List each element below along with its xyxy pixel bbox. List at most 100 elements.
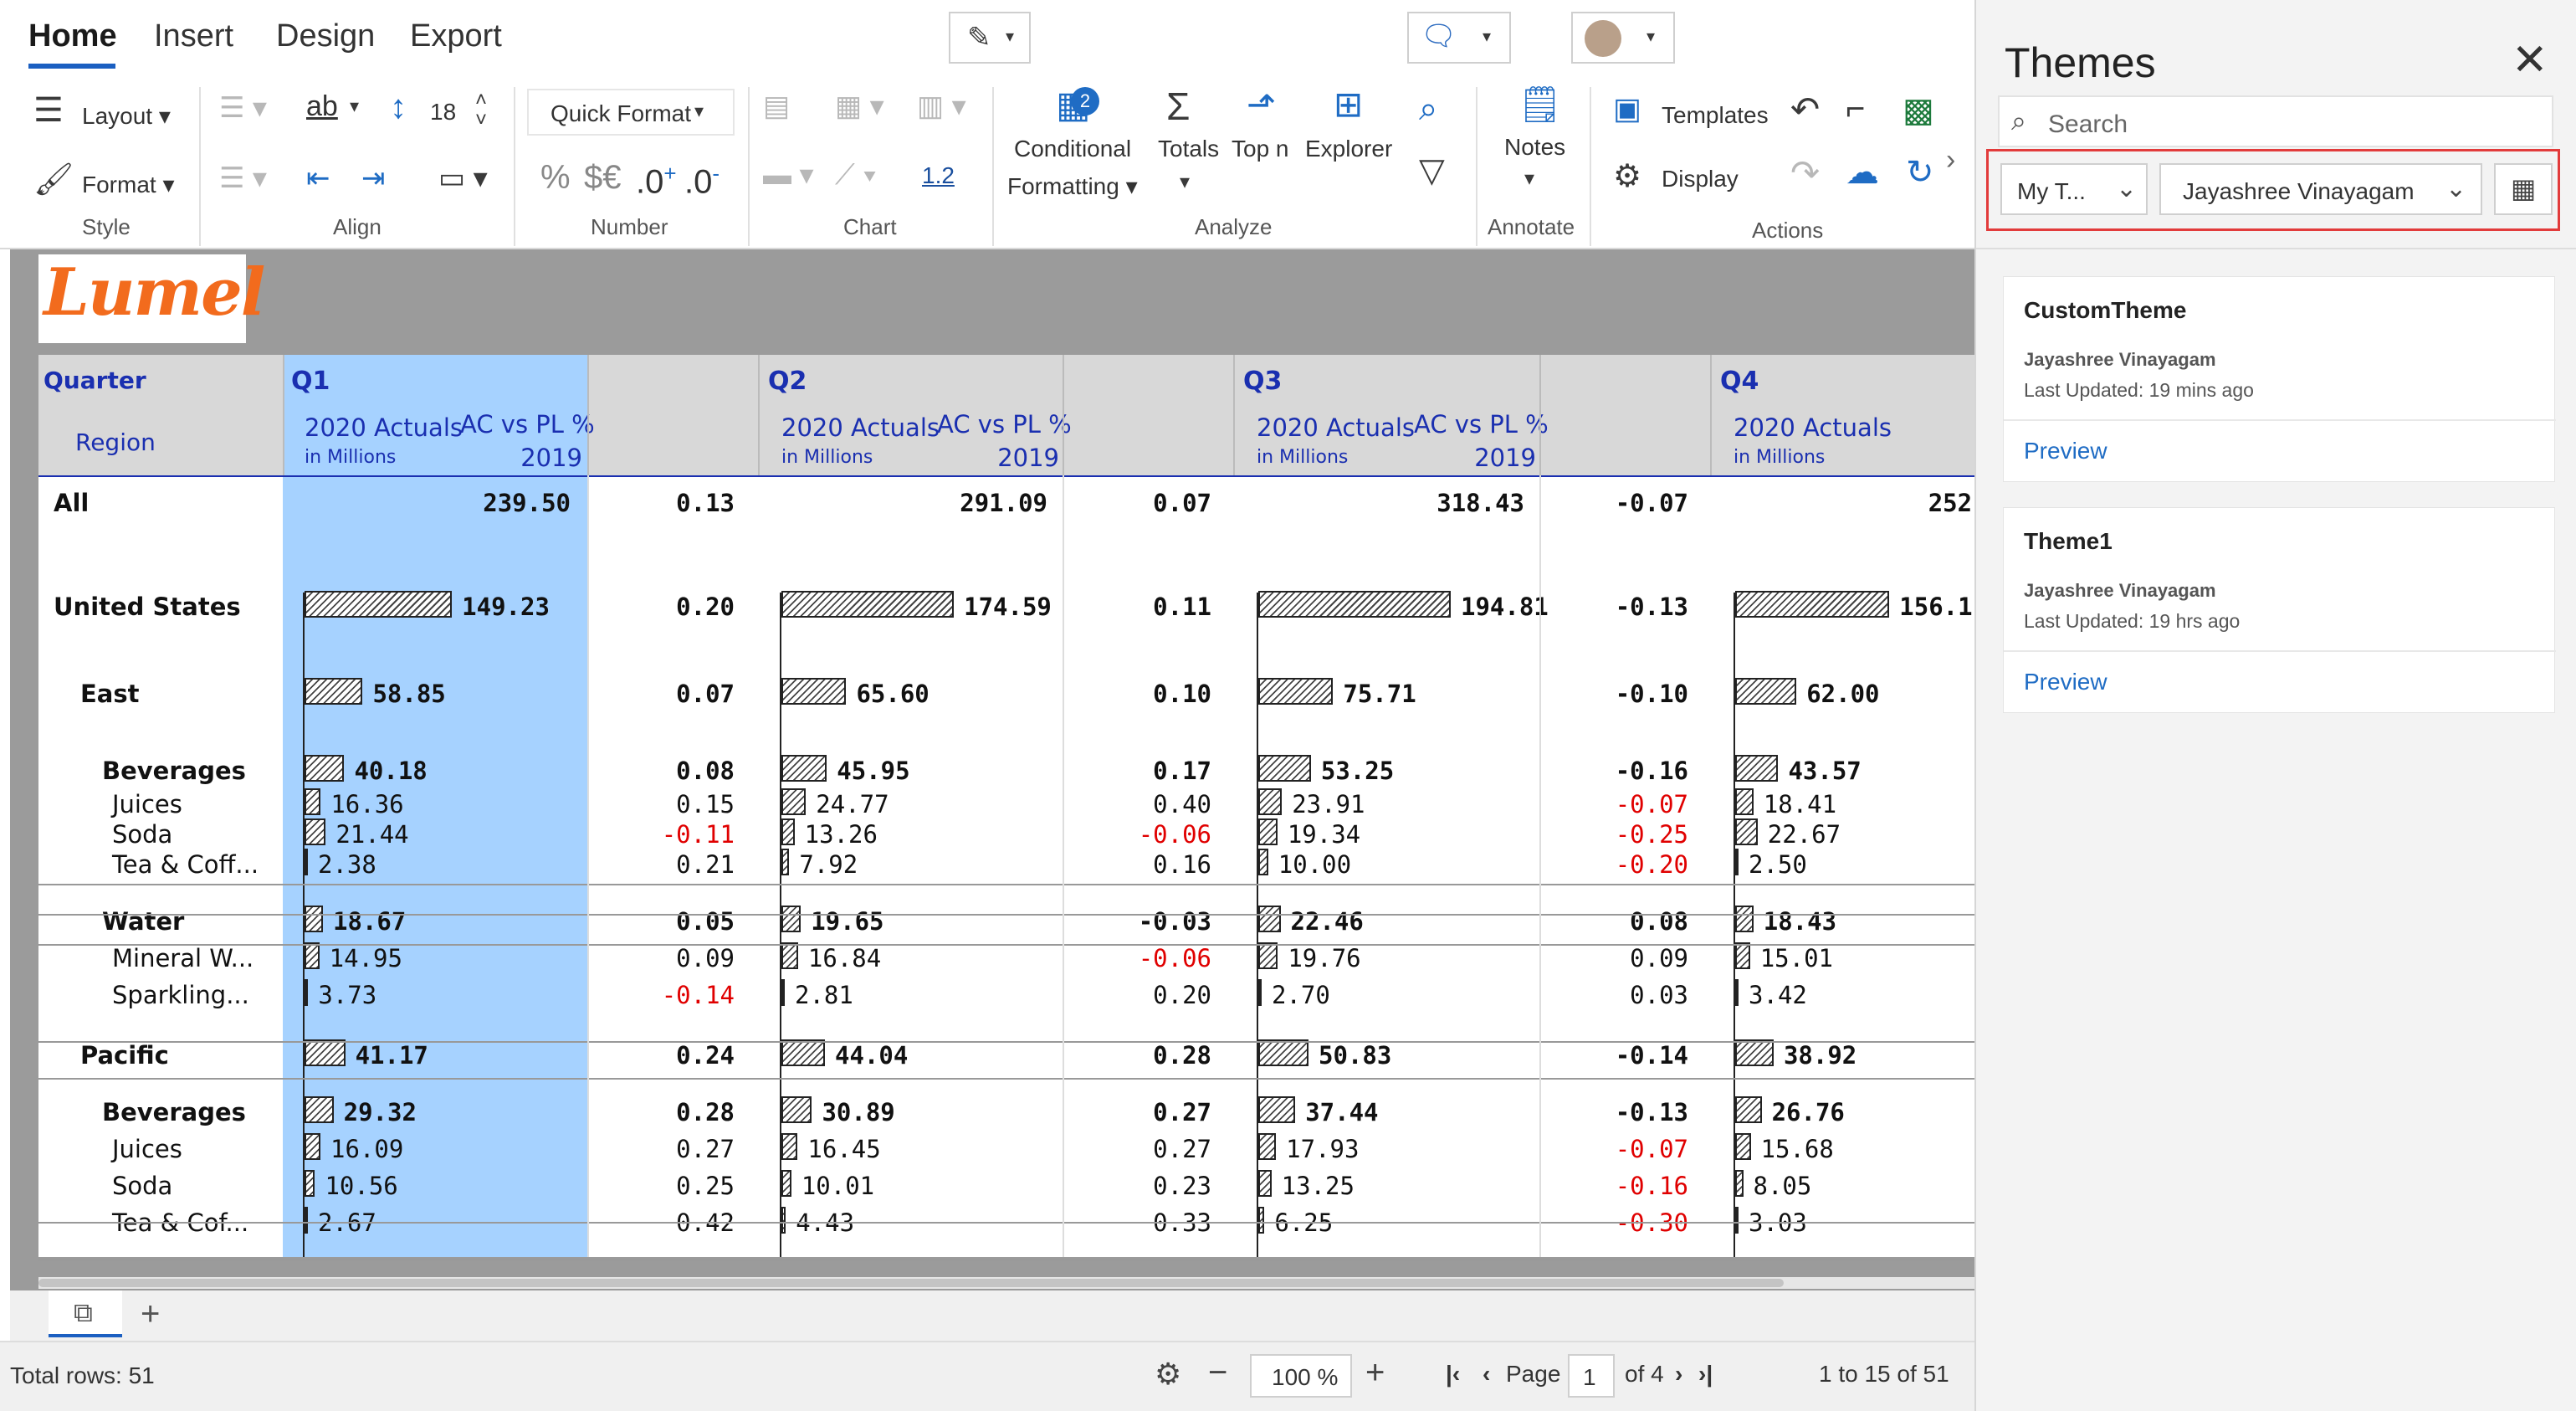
theme-scope-select[interactable]: My T... ⌄ <box>2000 163 2148 215</box>
search-input[interactable]: ⌕ Search <box>1998 95 2553 147</box>
actual-value[interactable]: 18.41 <box>1764 790 1836 818</box>
quick-format-dropdown[interactable]: Quick Format ▾ <box>527 89 735 136</box>
variance-value[interactable]: -0.14 <box>609 981 735 1009</box>
actual-value[interactable]: 3.42 <box>1749 981 1807 1009</box>
actual-value[interactable]: 8.05 <box>1754 1172 1812 1200</box>
actual-value[interactable]: 2.81 <box>795 981 853 1009</box>
actual-value[interactable]: 29.32 <box>344 1098 417 1126</box>
actual-value[interactable]: 239.50 <box>420 489 571 517</box>
tab-insert[interactable]: Insert <box>154 18 233 54</box>
actual-value[interactable]: 38.92 <box>1784 1041 1856 1070</box>
actuals-header[interactable]: 2020 Actuals <box>1257 413 1415 442</box>
actuals-header[interactable]: 2020 Actuals <box>781 413 940 442</box>
preview-link[interactable]: Preview <box>2024 669 2107 695</box>
excel-icon[interactable]: ▩ <box>1903 94 1934 127</box>
variance-value[interactable]: 0.25 <box>609 1172 735 1200</box>
actual-value[interactable]: 62.00 <box>1806 680 1879 708</box>
next-page-icon[interactable]: › <box>1675 1361 1682 1388</box>
variance-value[interactable]: -0.06 <box>1086 820 1211 849</box>
variance-value[interactable]: 0.27 <box>609 1135 735 1163</box>
actual-value[interactable]: 15.68 <box>1761 1135 1834 1163</box>
row-label[interactable]: East <box>80 680 140 708</box>
variance-value[interactable]: -0.25 <box>1563 820 1688 849</box>
variance-value[interactable]: -0.13 <box>1563 1098 1688 1126</box>
actual-value[interactable]: 65.60 <box>856 680 929 708</box>
theme-card[interactable]: Theme1 Jayashree Vinayagam Last Updated:… <box>2003 507 2556 713</box>
actual-value[interactable]: 13.26 <box>805 820 878 849</box>
comment-button[interactable]: 🗨 ▾ <box>1407 12 1511 64</box>
totals-button[interactable]: Totals <box>1158 136 1219 162</box>
chart-scale-value[interactable]: 1.2 <box>922 162 955 189</box>
variance-header[interactable]: AC vs PL % <box>937 410 1072 439</box>
close-icon[interactable]: ✕ <box>2512 35 2548 85</box>
variance-value[interactable]: -0.06 <box>1086 944 1211 972</box>
align-center-icon[interactable]: ☰ ▾ <box>219 164 267 192</box>
scrollbar-thumb[interactable] <box>38 1279 1784 1287</box>
last-page-icon[interactable]: ›| <box>1698 1361 1713 1388</box>
actual-value[interactable]: 50.83 <box>1319 1041 1391 1070</box>
variance-value[interactable]: 0.28 <box>1086 1041 1211 1070</box>
increase-decimal-button[interactable]: .0+ <box>636 161 677 201</box>
zoom-out-icon[interactable]: − <box>1208 1356 1227 1389</box>
actual-value[interactable]: 291.09 <box>897 489 1047 517</box>
theme-card[interactable]: CustomTheme Jayashree Vinayagam Last Upd… <box>2003 276 2556 482</box>
undo-icon[interactable]: ↶ <box>1790 92 1820 127</box>
variance-value[interactable]: 0.23 <box>1086 1172 1211 1200</box>
actual-value[interactable]: 19.65 <box>811 907 883 936</box>
actual-value[interactable]: 26.76 <box>1772 1098 1845 1126</box>
variance-value[interactable]: 0.08 <box>1563 907 1688 936</box>
column-chart-icon[interactable]: ▬ ▾ <box>763 161 814 189</box>
horizontal-scrollbar[interactable] <box>38 1277 1974 1289</box>
variance-value[interactable]: 0.28 <box>609 1098 735 1126</box>
actual-value[interactable]: 18.43 <box>1764 907 1836 936</box>
actual-value[interactable]: 22.46 <box>1291 907 1364 936</box>
quarter-header[interactable]: Q3 <box>1243 367 1282 396</box>
actual-value[interactable]: 14.95 <box>330 944 402 972</box>
row-label[interactable]: United States <box>54 593 241 621</box>
actual-value[interactable]: 15.01 <box>1760 944 1833 972</box>
actual-value[interactable]: 149.23 <box>462 593 550 621</box>
actual-value[interactable]: 7.92 <box>799 850 858 879</box>
previous-page-icon[interactable]: ‹ <box>1483 1361 1490 1388</box>
calendar-button[interactable]: ▦ <box>2494 163 2553 215</box>
zoom-input[interactable]: 100 % <box>1250 1354 1352 1398</box>
row-header-quarter[interactable]: Quarter <box>44 367 146 394</box>
row-label[interactable]: Beverages <box>102 1098 246 1126</box>
align-left-icon[interactable]: ☰ ▾ <box>219 94 267 122</box>
row-label[interactable]: Juices <box>112 790 182 818</box>
actual-value[interactable]: 21.44 <box>335 820 408 849</box>
variance-value[interactable]: -0.16 <box>1563 757 1688 785</box>
quarter-header[interactable]: Q1 <box>291 367 330 396</box>
row-label[interactable]: Soda <box>112 820 172 849</box>
variance-header[interactable]: AC vs PL % <box>1414 410 1549 439</box>
zoom-in-icon[interactable]: + <box>1365 1356 1385 1389</box>
actual-value[interactable]: 23.91 <box>1292 790 1365 818</box>
conditional-formatting-dropdown[interactable]: Formatting ▾ <box>1007 172 1138 200</box>
row-label[interactable]: All <box>54 489 89 517</box>
actual-value[interactable]: 252.1 <box>1851 489 1974 517</box>
actual-value[interactable]: 10.56 <box>325 1172 397 1200</box>
actual-value[interactable]: 53.25 <box>1321 757 1394 785</box>
font-size-value[interactable]: 18 <box>430 99 456 126</box>
filter-icon[interactable]: ▽ <box>1419 154 1445 187</box>
quarter-header[interactable]: Q4 <box>1720 367 1759 396</box>
format-button[interactable]: Format ▾ <box>82 171 175 198</box>
variance-value[interactable]: -0.07 <box>1563 489 1688 517</box>
notes-button[interactable]: Notes <box>1504 134 1565 161</box>
actual-value[interactable]: 2.38 <box>318 850 376 879</box>
row-label[interactable]: Sparkling... <box>112 981 249 1009</box>
actual-value[interactable]: 37.44 <box>1305 1098 1378 1126</box>
actual-value[interactable]: 43.57 <box>1788 757 1861 785</box>
theme-owner-select[interactable]: Jayashree Vinayagam ⌄ <box>2159 163 2482 215</box>
actual-value[interactable]: 16.36 <box>330 790 403 818</box>
variance-value[interactable]: 0.13 <box>609 489 735 517</box>
variance-value[interactable]: 0.15 <box>609 790 735 818</box>
row-label[interactable]: Beverages <box>102 757 246 785</box>
row-label[interactable]: Soda <box>112 1172 172 1200</box>
row-label[interactable]: Mineral W... <box>112 944 254 972</box>
edit-mode-button[interactable]: ✎ ▾ <box>949 12 1031 64</box>
actual-value[interactable]: 22.67 <box>1768 820 1841 849</box>
variance-value[interactable]: 0.07 <box>1086 489 1211 517</box>
variance-value[interactable]: -0.14 <box>1563 1041 1688 1070</box>
actual-value[interactable]: 2.50 <box>1749 850 1807 879</box>
